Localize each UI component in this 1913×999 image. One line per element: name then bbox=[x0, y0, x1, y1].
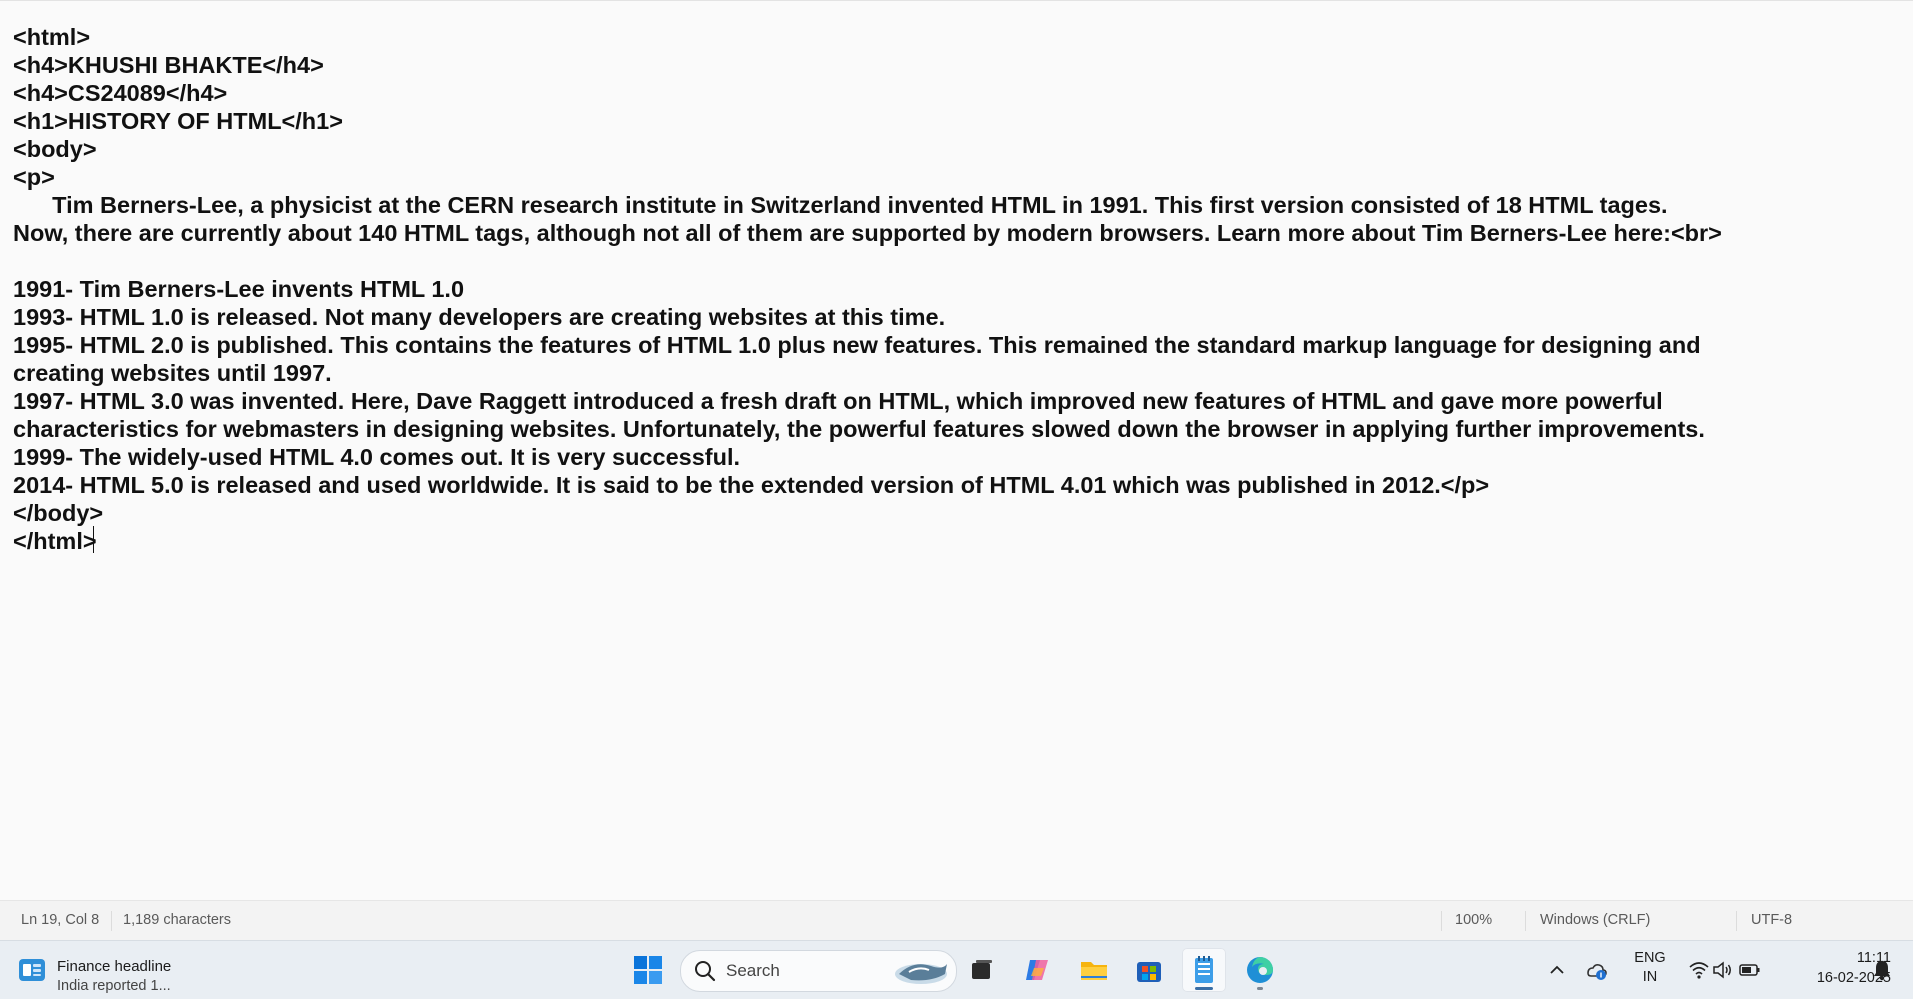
input-region[interactable]: IN bbox=[1628, 969, 1672, 985]
editor-line[interactable]: 2014- HTML 5.0 is released and used worl… bbox=[13, 471, 1873, 499]
notepad-button[interactable] bbox=[1182, 948, 1226, 992]
editor-line[interactable]: </body> bbox=[13, 499, 1873, 527]
edge-button[interactable] bbox=[1238, 948, 1282, 992]
editor-line[interactable]: <body> bbox=[13, 135, 1873, 163]
zoom-level[interactable]: 100% bbox=[1455, 912, 1492, 928]
status-separator bbox=[1525, 911, 1526, 931]
editor-line[interactable]: Tim Berners-Lee, a physicist at the CERN… bbox=[13, 191, 1873, 219]
battery-icon[interactable] bbox=[1739, 961, 1761, 979]
document-text[interactable]: <html> <h4>KHUSHI BHAKTE</h4> <h4>CS24089<… bbox=[13, 23, 1873, 555]
widget-title: Finance headline bbox=[57, 958, 172, 975]
editor-line[interactable]: <h4>KHUSHI BHAKTE</h4> bbox=[13, 51, 1873, 79]
editor-line[interactable]: <h1>HISTORY OF HTML</h1> bbox=[13, 107, 1873, 135]
status-separator bbox=[111, 911, 112, 931]
edge-icon bbox=[1247, 957, 1273, 983]
line-ending[interactable]: Windows (CRLF) bbox=[1540, 912, 1650, 928]
editor-line[interactable]: 1993- HTML 1.0 is released. Not many dev… bbox=[13, 303, 1873, 331]
copilot-icon bbox=[1026, 960, 1048, 980]
news-widget-icon bbox=[19, 959, 45, 981]
text-caret bbox=[93, 526, 94, 553]
editor-line[interactable]: characteristics for webmasters in design… bbox=[13, 415, 1873, 443]
editor-line[interactable]: <html> bbox=[13, 23, 1873, 51]
search-highlight-icon bbox=[895, 964, 947, 984]
windows-logo-icon bbox=[634, 956, 662, 984]
editor-line[interactable] bbox=[13, 247, 1873, 275]
editor-line[interactable]: 1997- HTML 3.0 was invented. Here, Dave … bbox=[13, 387, 1873, 415]
microsoft-store-button[interactable] bbox=[1127, 948, 1171, 992]
chevron-up-icon[interactable] bbox=[1548, 961, 1566, 979]
taskbar: Finance headline India reported 1... Sea… bbox=[0, 940, 1913, 999]
character-count: 1,189 characters bbox=[123, 912, 232, 928]
search-label: Search bbox=[726, 961, 780, 980]
editor-line[interactable]: Now, there are currently about 140 HTML … bbox=[13, 219, 1873, 247]
status-bar: Ln 19, Col 8 1,189 characters 100% Windo… bbox=[0, 900, 1913, 941]
notification-bell-icon[interactable] bbox=[1872, 959, 1892, 981]
wifi-icon[interactable] bbox=[1688, 960, 1710, 980]
onedrive-status-icon[interactable] bbox=[1584, 958, 1608, 982]
task-view-button[interactable] bbox=[960, 948, 1004, 992]
editor-line[interactable]: creating websites until 1997. bbox=[13, 359, 1873, 387]
encoding[interactable]: UTF-8 bbox=[1751, 912, 1792, 928]
editor-line[interactable]: 1999- The widely-used HTML 4.0 comes out… bbox=[13, 443, 1873, 471]
editor-line[interactable]: <p> bbox=[13, 163, 1873, 191]
start-button[interactable] bbox=[626, 948, 670, 992]
running-indicator bbox=[1195, 987, 1213, 990]
cursor-position: Ln 19, Col 8 bbox=[21, 912, 100, 928]
system-tray: ENG IN 11:11 16-02-2025 bbox=[1540, 941, 1913, 999]
editor-line[interactable]: 1991- Tim Berners-Lee invents HTML 1.0 bbox=[13, 275, 1873, 303]
task-view-icon bbox=[972, 960, 992, 979]
widget-subtitle: India reported 1... bbox=[57, 978, 171, 994]
running-indicator bbox=[1257, 987, 1263, 990]
copilot-button[interactable] bbox=[1016, 948, 1060, 992]
search-icon bbox=[695, 961, 716, 982]
status-separator bbox=[1736, 911, 1737, 931]
store-icon bbox=[1137, 962, 1161, 982]
editor-line[interactable]: </html> bbox=[13, 527, 1873, 555]
file-explorer-button[interactable] bbox=[1072, 948, 1116, 992]
volume-icon[interactable] bbox=[1712, 960, 1734, 980]
notepad-text-area[interactable]: <html> <h4>KHUSHI BHAKTE</h4> <h4>CS24089<… bbox=[0, 1, 1913, 900]
input-language[interactable]: ENG bbox=[1628, 950, 1672, 966]
folder-icon bbox=[1081, 962, 1107, 980]
editor-line[interactable]: 1995- HTML 2.0 is published. This contai… bbox=[13, 331, 1873, 359]
editor-line[interactable]: <h4>CS24089</h4> bbox=[13, 79, 1873, 107]
taskbar-search[interactable]: Search bbox=[680, 950, 957, 992]
status-separator bbox=[1441, 911, 1442, 931]
notepad-icon bbox=[1195, 956, 1213, 983]
